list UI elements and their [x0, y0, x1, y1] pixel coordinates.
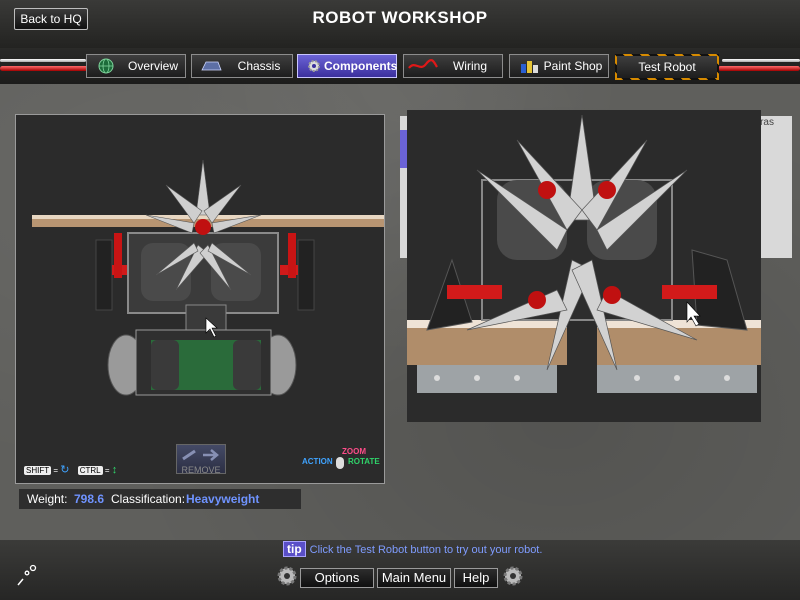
ctrl-key-hint: CTRL	[77, 466, 103, 475]
decor-cable-left-white	[0, 59, 86, 62]
robot-3d-viewport[interactable]: REMOVE SHIFT = ↻ CTRL = ↕ ZOOM ACTION RO…	[15, 114, 385, 484]
equals-sign-2: =	[104, 466, 110, 475]
paint-cans-icon	[521, 61, 538, 73]
top-bar: Back to HQ ROBOT WORKSHOP	[0, 0, 800, 48]
tab-test-robot-label: Test Robot	[638, 60, 696, 74]
help-button[interactable]: Help	[454, 568, 498, 588]
tab-paint-shop[interactable]: Paint Shop	[509, 54, 609, 78]
tab-overview-label: Overview	[127, 59, 178, 73]
wire-icon	[408, 59, 438, 69]
page-title: ROBOT WORKSHOP	[312, 8, 488, 27]
tab-overview[interactable]: Overview	[86, 54, 186, 78]
tab-components[interactable]: Components	[297, 54, 397, 78]
tab-components-label: Components	[324, 59, 398, 73]
decor-cable-right-white	[722, 59, 800, 62]
decor-cable-left	[0, 66, 90, 71]
robot-top-view-render	[32, 159, 384, 396]
equals-sign: =	[53, 466, 59, 475]
vertical-move-icon: ↕	[111, 464, 118, 476]
weight-value: 798.6	[74, 492, 105, 506]
rotate-arrow-icon: ↻	[60, 464, 70, 476]
zoom-label: ZOOM	[342, 447, 366, 456]
shift-key-hint: SHIFT	[24, 466, 52, 475]
status-icon	[14, 563, 40, 589]
tip-badge: tip	[283, 541, 306, 557]
options-button[interactable]: Options	[300, 568, 374, 588]
weight-info-bar: Weight: 798.6 Classification: Heavyweigh…	[19, 489, 301, 509]
decor-cable-right	[718, 66, 800, 71]
tip-message: tip Click the Test Robot button to try ou…	[283, 541, 542, 557]
robot-closeup-render	[407, 114, 761, 393]
classification-value: Heavyweight	[186, 492, 260, 506]
rotate-label: ROTATE	[348, 457, 380, 466]
gear-icon	[277, 566, 297, 586]
mouse-legend: ZOOM ACTION ROTATE	[302, 445, 382, 475]
main-menu-button[interactable]: Main Menu	[377, 568, 451, 588]
tab-test-robot[interactable]: Test Robot	[615, 54, 719, 80]
mouse-icon	[336, 457, 344, 469]
tab-chassis[interactable]: Chassis	[191, 54, 293, 78]
weight-label: Weight:	[27, 492, 68, 506]
bubbles-icon	[17, 564, 37, 586]
globe-icon	[98, 58, 114, 74]
wrench-arrow-icon	[182, 449, 219, 461]
remove-label: REMOVE	[181, 465, 221, 475]
panel-partial-label: ras	[760, 117, 774, 128]
tab-paint-shop-label: Paint Shop	[543, 59, 603, 73]
action-label: ACTION	[302, 457, 333, 466]
gear-icon-right	[503, 566, 523, 586]
tab-wiring-label: Wiring	[452, 59, 487, 73]
tab-wiring[interactable]: Wiring	[403, 54, 503, 78]
tip-text: Click the Test Robot button to try out y…	[309, 544, 543, 556]
component-preview	[407, 110, 761, 422]
tab-chassis-label: Chassis	[237, 59, 281, 73]
classification-label: Classification:	[111, 492, 186, 506]
control-hints: SHIFT = ↻ CTRL = ↕	[24, 463, 117, 476]
chassis-icon	[201, 61, 222, 71]
tab-strip: Overview Chassis Components Wiring Paint…	[0, 48, 800, 84]
